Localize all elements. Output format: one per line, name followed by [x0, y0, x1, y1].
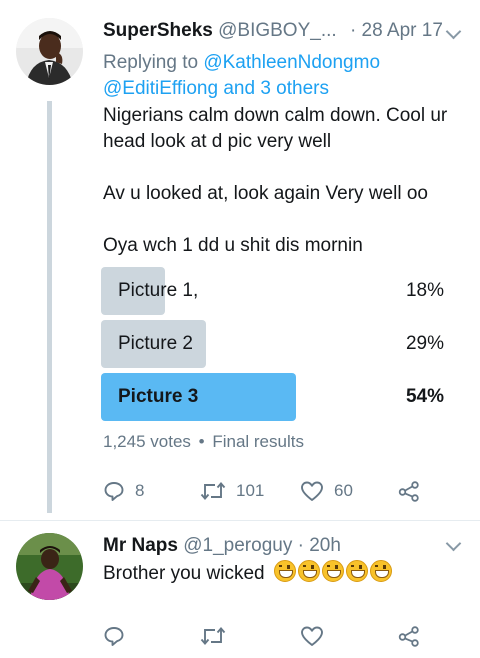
grinning-squinting-face-icon	[297, 560, 320, 582]
tweet-timestamp[interactable]: · 20h	[298, 535, 341, 556]
grinning-squinting-face-icon	[321, 560, 344, 582]
replying-to: Replying to @KathleenNdongmo @EditiEffio…	[103, 50, 380, 102]
mention-link[interactable]: @KathleenNdongmo	[203, 52, 380, 73]
tweet-text-line: Av u looked at, look again Very well oo	[103, 183, 428, 204]
like-button[interactable]	[300, 625, 324, 647]
replying-prefix: Replying to	[103, 52, 204, 73]
mention-link[interactable]: @EditiEffiong	[103, 78, 218, 99]
retweet-icon	[200, 627, 226, 645]
like-button[interactable]: 60	[300, 480, 353, 502]
poll-option-label: Picture 2	[118, 333, 193, 354]
poll-option-percent: 29%	[405, 333, 444, 354]
reply-icon	[104, 482, 124, 501]
retweet-icon	[200, 482, 226, 500]
reply-text: Brother you wicked	[103, 560, 394, 587]
heart-icon	[301, 626, 323, 646]
heart-icon	[301, 481, 323, 501]
chevron-down-icon[interactable]	[445, 535, 462, 552]
others-link[interactable]: and 3 others	[218, 78, 329, 99]
tweet-header: SuperSheks @BIGBOY_... · 28 Apr 17	[103, 20, 443, 42]
author-name[interactable]: SuperSheks	[103, 20, 213, 41]
poll-option-percent: 54%	[405, 386, 444, 407]
reply-button[interactable]: 8	[103, 480, 144, 502]
author-handle[interactable]: @BIGBOY_...	[218, 20, 337, 41]
author-handle[interactable]: @1_peroguy	[183, 535, 292, 556]
poll-option-label: Picture 3	[118, 386, 199, 407]
poll-option-percent: 18%	[405, 280, 444, 301]
retweet-count: 101	[236, 481, 265, 500]
author-name[interactable]: Mr Naps	[103, 535, 178, 556]
retweet-button[interactable]: 101	[200, 480, 264, 502]
poll-status: Final results	[212, 432, 304, 451]
tweet-text-line: Nigerians calm down calm down. Cool ur	[103, 105, 448, 126]
reply-icon	[104, 627, 124, 646]
reply-button[interactable]	[103, 625, 125, 647]
retweet-button[interactable]	[200, 625, 226, 647]
avatar[interactable]	[16, 18, 83, 85]
share-icon	[398, 481, 419, 502]
reply-count: 8	[135, 481, 145, 500]
user-avatar-image	[16, 533, 83, 600]
share-button[interactable]	[398, 480, 420, 502]
thread-connector-line	[47, 101, 52, 513]
poll-votes: 1,245 votes	[103, 432, 191, 451]
reply-text-content: Brother you wicked	[103, 563, 265, 584]
like-count: 60	[334, 481, 353, 500]
tweet-text-line: Oya wch 1 dd u shit dis mornin	[103, 235, 363, 256]
tweet-text-line: head look at d pic very well	[103, 131, 332, 152]
user-avatar-image	[16, 18, 83, 85]
avatar[interactable]	[16, 533, 83, 600]
share-icon	[398, 626, 419, 647]
divider	[0, 520, 480, 521]
grinning-squinting-face-icon	[273, 560, 296, 582]
reply-header: Mr Naps @1_peroguy · 20h	[103, 535, 341, 557]
chevron-down-icon[interactable]	[445, 23, 462, 40]
share-button[interactable]	[398, 625, 420, 647]
poll-option-label: Picture 1,	[118, 280, 199, 301]
emoji-row	[273, 560, 394, 584]
grinning-squinting-face-icon	[345, 560, 368, 582]
grinning-squinting-face-icon	[369, 560, 392, 582]
separator: •	[198, 432, 205, 451]
poll-meta: 1,245 votes • Final results	[103, 432, 304, 452]
tweet-timestamp[interactable]: · 28 Apr 17	[350, 20, 443, 41]
